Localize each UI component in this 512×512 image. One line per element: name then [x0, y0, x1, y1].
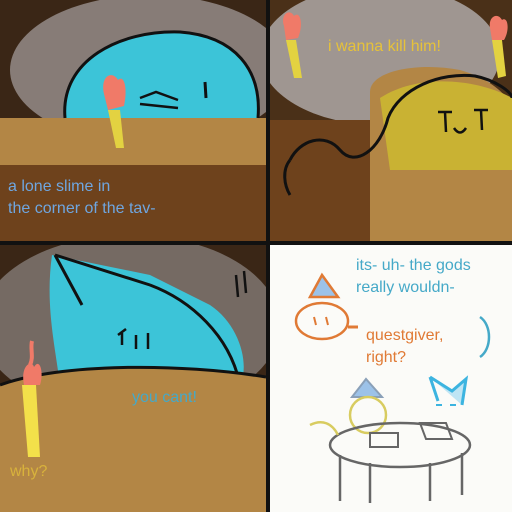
dialogue-why: why?: [10, 463, 48, 480]
panel-4: its- uh- the gods really wouldn- questgi…: [270, 245, 512, 512]
questgiver-line-1: questgiver,: [366, 327, 444, 344]
dialogue-gods: its- uh- the gods really wouldn-: [356, 255, 471, 298]
dialogue-you-cant: you cant!: [132, 389, 197, 406]
caption-line-2: the corner of the tav-: [8, 199, 156, 217]
panel-1: a lone slime in the corner of the tav-: [0, 0, 266, 241]
gods-line-2: really wouldn-: [356, 278, 455, 296]
panel-2: i wanna kill him!: [270, 0, 512, 241]
dialogue-questgiver: questgiver, right?: [366, 325, 443, 368]
comic-page: a lone slime in the corner of the tav- i…: [0, 0, 512, 512]
narration-caption: a lone slime in the corner of the tav-: [8, 176, 156, 219]
questgiver-line-2: right?: [366, 348, 407, 366]
shout-caption: i wanna kill him!: [328, 38, 441, 55]
gods-line-1: its- uh- the gods: [356, 257, 471, 274]
caption-line-1: a lone slime in: [8, 178, 111, 195]
panel-3: you cant! why?: [0, 245, 266, 512]
orange-slime: [294, 301, 350, 341]
